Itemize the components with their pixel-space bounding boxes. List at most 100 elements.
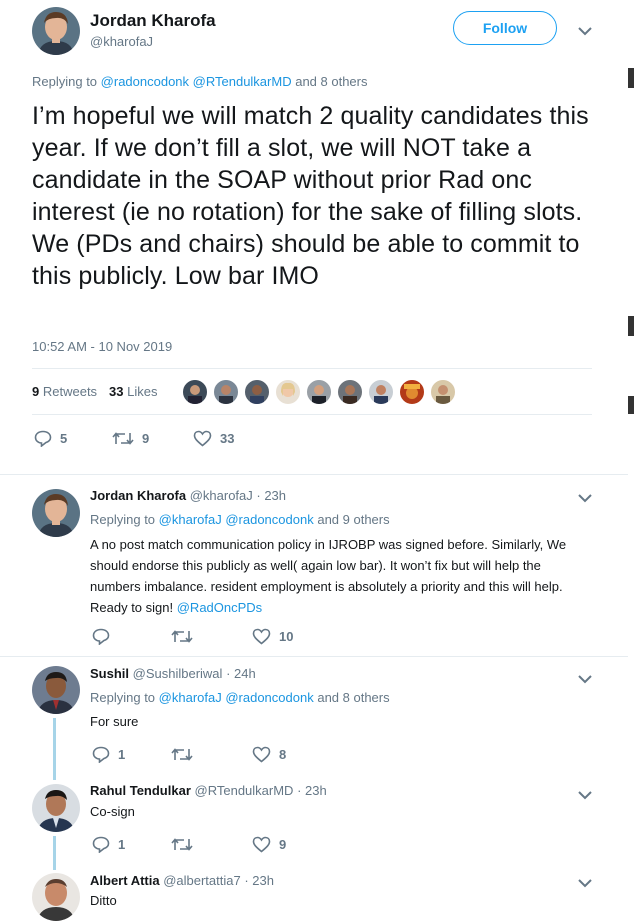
divider	[32, 368, 592, 369]
mention-link[interactable]: @RadOncPDs	[177, 600, 262, 615]
reply-header: Albert Attia @albertattia7 · 23h	[90, 873, 274, 888]
avatar[interactable]	[32, 7, 80, 55]
like-button[interactable]: 9	[252, 836, 286, 853]
thread-line	[53, 836, 56, 870]
heart-icon	[252, 746, 271, 763]
like-count: 10	[279, 629, 294, 644]
reply-count: 1	[118, 747, 126, 762]
avatar[interactable]	[430, 379, 456, 405]
edge-bar	[628, 68, 634, 88]
divider	[0, 474, 628, 475]
reply-author-handle[interactable]: @albertattia7	[163, 873, 241, 888]
chevron-down-icon[interactable]	[578, 878, 592, 888]
retweet-stat[interactable]: 9 Retweets	[32, 384, 97, 399]
reply-count: 5	[60, 431, 68, 446]
chevron-down-icon[interactable]	[578, 26, 592, 36]
heart-icon	[252, 836, 271, 853]
retweet-icon	[171, 630, 193, 643]
like-count: 33	[220, 431, 235, 446]
like-button[interactable]: 8	[252, 746, 286, 763]
heart-icon	[252, 628, 271, 645]
replying-users-link[interactable]: @radoncodonk @RTendulkarMD	[101, 74, 292, 89]
chevron-down-icon[interactable]	[578, 790, 592, 800]
avatar[interactable]	[306, 379, 332, 405]
reply-author-name[interactable]: Rahul Tendulkar	[90, 783, 191, 798]
tweet-text: I’m hopeful we will match 2 quality cand…	[32, 102, 589, 290]
divider	[32, 414, 592, 415]
retweet-icon	[112, 432, 134, 445]
thread-line	[53, 718, 56, 780]
replying-users-link[interactable]: @kharofaJ @radoncodonk	[159, 690, 314, 705]
likes-label: Likes	[127, 384, 158, 399]
avatar[interactable]	[32, 873, 80, 921]
replying-suffix[interactable]: and 9 others	[317, 512, 389, 527]
reply-author-handle[interactable]: @kharofaJ	[190, 488, 253, 503]
reply-author-name[interactable]: Jordan Kharofa	[90, 488, 186, 503]
avatar[interactable]	[275, 379, 301, 405]
reply-header: Rahul Tendulkar @RTendulkarMD · 23h	[90, 783, 327, 798]
retweet-button[interactable]	[171, 836, 201, 853]
reply-icon	[92, 836, 110, 853]
reply-text: A no post match communication policy in …	[90, 534, 595, 618]
replying-users-link[interactable]: @kharofaJ @radoncodonk	[159, 512, 314, 527]
edge-bar	[628, 396, 634, 414]
replying-prefix: Replying to	[32, 74, 98, 89]
reply-count: 1	[118, 837, 126, 852]
retweet-icon	[171, 748, 193, 761]
likes-count: 33	[109, 384, 124, 399]
like-button[interactable]: 10	[252, 628, 293, 645]
reply-time[interactable]: · 24h	[226, 666, 256, 681]
replying-to: Replying to @kharofaJ @radoncodonk and 8…	[90, 690, 390, 705]
avatar[interactable]	[32, 784, 80, 832]
likes-stat[interactable]: 33 Likes	[109, 384, 157, 399]
avatar[interactable]	[368, 379, 394, 405]
retweet-button[interactable]: 9	[112, 430, 149, 447]
reply-author-handle[interactable]: @Sushilberiwal	[133, 666, 223, 681]
retweet-count: 9	[142, 431, 150, 446]
tweet-timestamp[interactable]: 10:52 AM - 10 Nov 2019	[32, 339, 172, 354]
edge-bar	[628, 316, 634, 336]
reply-button[interactable]: 1	[92, 836, 125, 853]
like-button[interactable]: 33	[193, 430, 234, 447]
avatar[interactable]	[244, 379, 270, 405]
replying-to: Replying to @kharofaJ @radoncodonk and 9…	[90, 512, 390, 527]
reply-text: Ditto	[90, 893, 117, 908]
reply-text: Co-sign	[90, 804, 135, 819]
reply-time[interactable]: · 23h	[244, 873, 274, 888]
reply-author-name[interactable]: Albert Attia	[90, 873, 160, 888]
reply-icon	[34, 430, 52, 447]
like-count: 8	[279, 747, 287, 762]
retweets-label: Retweets	[42, 384, 98, 399]
reply-text-body: A no post match communication policy in …	[90, 537, 567, 615]
follow-button[interactable]: Follow	[453, 11, 557, 45]
chevron-down-icon[interactable]	[578, 493, 592, 503]
reply-button[interactable]: 5	[34, 430, 67, 447]
avatar[interactable]	[182, 379, 208, 405]
reply-time[interactable]: · 23h	[256, 488, 286, 503]
retweet-button[interactable]	[171, 628, 201, 645]
retweet-icon	[171, 838, 193, 851]
reply-icon	[92, 628, 110, 645]
reply-time[interactable]: · 23h	[297, 783, 327, 798]
author-handle[interactable]: @kharofaJ	[90, 34, 153, 49]
avatar[interactable]	[399, 379, 425, 405]
like-count: 9	[279, 837, 287, 852]
avatar[interactable]	[32, 666, 80, 714]
reply-header: Sushil @Sushilberiwal · 24h	[90, 666, 256, 681]
avatar[interactable]	[213, 379, 239, 405]
replying-prefix: Replying to	[90, 690, 156, 705]
reply-author-name[interactable]: Sushil	[90, 666, 129, 681]
reply-button[interactable]	[92, 628, 118, 645]
avatar[interactable]	[32, 489, 80, 537]
replying-suffix[interactable]: and 8 others	[317, 690, 389, 705]
author-name[interactable]: Jordan Kharofa	[90, 11, 216, 31]
replying-prefix: Replying to	[90, 512, 156, 527]
avatar[interactable]	[337, 379, 363, 405]
retweet-button[interactable]	[171, 746, 201, 763]
replying-to: Replying to @radoncodonk @RTendulkarMD a…	[32, 74, 368, 89]
reply-button[interactable]: 1	[92, 746, 125, 763]
reply-text: For sure	[90, 714, 139, 729]
replying-suffix[interactable]: and 8 others	[295, 74, 367, 89]
reply-author-handle[interactable]: @RTendulkarMD	[195, 783, 294, 798]
chevron-down-icon[interactable]	[578, 674, 592, 684]
